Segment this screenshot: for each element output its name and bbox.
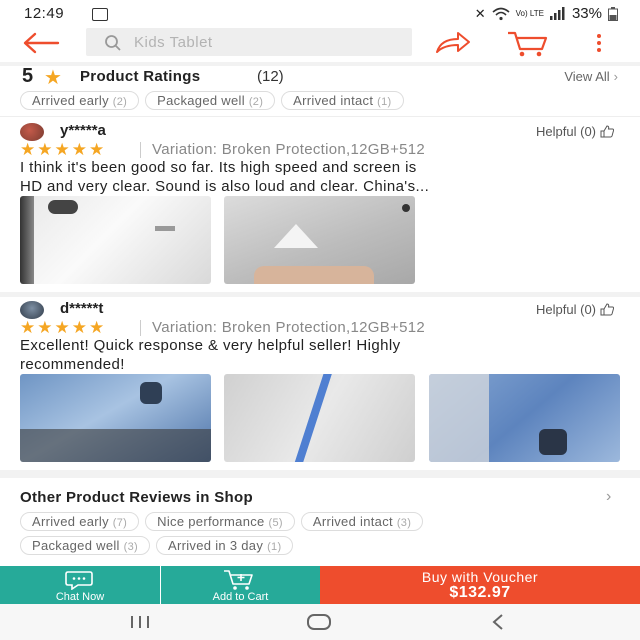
shop-tags-row: Packaged well (3) Arrived in 3 day (1) <box>20 536 299 555</box>
tag-chip[interactable]: Arrived intact (1) <box>281 91 404 110</box>
buy-label: Buy with Voucher <box>421 569 539 585</box>
thumbs-up-icon <box>600 125 614 138</box>
battery-percent: 33% <box>571 5 602 22</box>
chevron-right-icon: › <box>613 69 618 84</box>
home-icon[interactable] <box>306 613 332 631</box>
thumbs-up-icon <box>600 303 614 316</box>
review-photo[interactable] <box>429 374 620 462</box>
divider <box>0 116 640 117</box>
shop-tags-row: Arrived early (7) Nice performance (5) A… <box>20 512 429 531</box>
rating-score: 5 <box>22 65 34 87</box>
wifi-icon <box>492 7 510 20</box>
reviewer-name: y*****a <box>60 122 106 139</box>
avatar <box>20 123 44 141</box>
chat-now-label: Chat Now <box>55 591 105 603</box>
tag-chip[interactable]: Arrived early (7) <box>20 512 140 531</box>
helpful-label: Helpful (0) <box>536 124 596 139</box>
review-photo[interactable] <box>20 374 211 462</box>
review-card: y*****a Helpful (0) ★★★★★ Variation: Bro… <box>0 120 640 290</box>
review-text: Excellent! Quick response & very helpful… <box>20 337 401 373</box>
review-photo[interactable] <box>224 196 415 284</box>
chat-now-button[interactable]: Chat Now <box>0 566 160 604</box>
top-nav: Kids Tablet <box>0 28 640 62</box>
status-bar: 12:49 ✕ Vo) LTE 33% <box>0 0 640 28</box>
add-to-cart-label: Add to Cart <box>212 591 269 603</box>
share-icon[interactable] <box>434 30 472 56</box>
star-icon: ★ <box>44 67 62 89</box>
helpful-button[interactable]: Helpful (0) <box>536 302 614 317</box>
shop-reviews-title: Other Product Reviews in Shop <box>20 489 253 506</box>
review-text: I think it's been good so far. Its high … <box>20 159 430 195</box>
back-icon[interactable] <box>490 613 506 631</box>
network-label: Vo) LTE <box>515 8 544 18</box>
tag-chip[interactable]: Packaged well (2) <box>145 91 276 110</box>
chevron-right-icon[interactable]: › <box>606 488 611 506</box>
bottom-action-bar: Chat Now Add to Cart Buy with Voucher $1… <box>0 566 640 604</box>
search-box[interactable]: Kids Tablet <box>86 28 412 56</box>
divider <box>0 470 640 478</box>
recent-apps-icon[interactable] <box>128 614 152 630</box>
review-photo[interactable] <box>20 196 211 284</box>
divider <box>0 292 640 297</box>
helpful-button[interactable]: Helpful (0) <box>536 124 614 139</box>
rating-tags: Arrived early (2) Packaged well (2) Arri… <box>20 91 410 110</box>
back-arrow-icon[interactable] <box>22 32 60 54</box>
view-all-link[interactable]: View All › <box>564 69 618 84</box>
chat-icon <box>65 571 93 590</box>
add-to-cart-button[interactable]: Add to Cart <box>161 566 320 604</box>
cart-icon[interactable] <box>506 30 550 58</box>
variation-label: Variation: Broken Protection,12GB+512 <box>152 319 426 336</box>
divider <box>140 320 141 336</box>
ratings-title: Product Ratings <box>80 68 201 85</box>
battery-icon <box>608 6 618 21</box>
variation-label: Variation: Broken Protection,12GB+512 <box>152 141 426 158</box>
star-rating: ★★★★★ <box>20 318 107 337</box>
buy-price: $132.97 <box>449 584 511 601</box>
helpful-label: Helpful (0) <box>536 302 596 317</box>
tag-chip[interactable]: Nice performance (5) <box>145 512 295 531</box>
review-card: d*****t Helpful (0) ★★★★★ Variation: Bro… <box>0 298 640 468</box>
add-cart-icon <box>224 570 253 590</box>
status-icons: ✕ Vo) LTE 33% <box>475 5 618 22</box>
status-time: 12:49 <box>24 5 65 22</box>
ratings-header: 5 ★ Product Ratings (12) View All › Arri… <box>0 65 640 116</box>
star-rating: ★★★★★ <box>20 140 107 159</box>
tag-chip[interactable]: Arrived intact (3) <box>300 512 424 531</box>
signal-icon <box>549 7 565 20</box>
buy-with-voucher-button[interactable]: Buy with Voucher $132.97 <box>320 566 640 604</box>
more-options-icon[interactable] <box>594 32 604 54</box>
reviewer-name: d*****t <box>60 300 104 317</box>
shop-reviews-section[interactable]: Other Product Reviews in Shop › Arrived … <box>0 480 640 564</box>
tag-chip[interactable]: Arrived early (2) <box>20 91 140 110</box>
mute-icon: ✕ <box>474 5 486 21</box>
divider <box>140 142 141 158</box>
tag-chip[interactable]: Packaged well (3) <box>20 536 151 555</box>
ratings-count: (12) <box>257 68 284 85</box>
system-nav-bar <box>0 604 640 640</box>
tag-chip[interactable]: Arrived in 3 day (1) <box>156 536 294 555</box>
view-all-label: View All <box>564 69 610 84</box>
search-icon <box>105 35 121 51</box>
search-placeholder: Kids Tablet <box>134 34 213 51</box>
avatar <box>20 301 44 319</box>
gallery-notification-icon <box>92 8 108 21</box>
review-photo[interactable] <box>224 374 415 462</box>
